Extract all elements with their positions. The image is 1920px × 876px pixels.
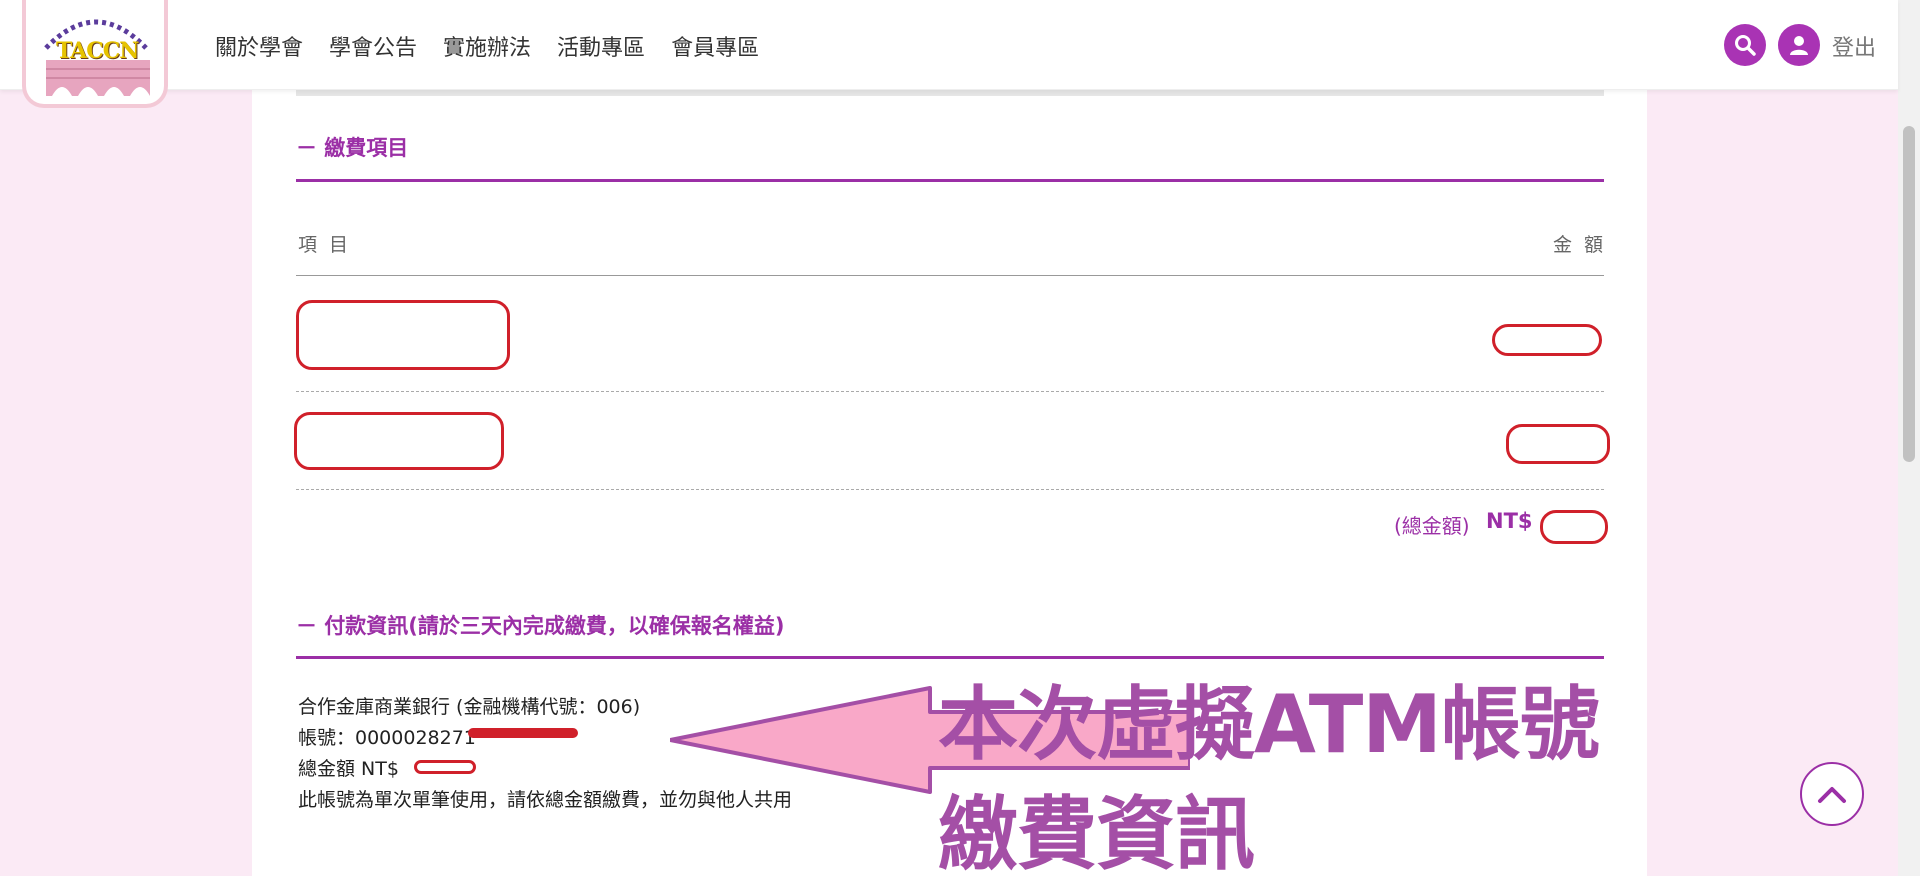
row-divider bbox=[296, 391, 1604, 392]
total-label: (總金額) bbox=[1394, 514, 1470, 538]
bank-name: 合作金庫商業銀行 (金融機構代號：006) bbox=[298, 696, 641, 718]
total-currency: NT$ bbox=[1486, 509, 1533, 533]
nav-announcements[interactable]: 學會公告 bbox=[329, 30, 417, 62]
logout-link[interactable]: 登出 bbox=[1832, 30, 1876, 62]
back-to-top-button[interactable] bbox=[1800, 762, 1864, 826]
annotation-line-1: 本次虛擬ATM帳號 bbox=[938, 678, 1600, 771]
virtual-account-number: 帳號：0000028271 bbox=[298, 727, 476, 749]
site-logo[interactable]: TACCN bbox=[22, 0, 168, 108]
annotation-line-2: 繳費資訊 bbox=[938, 788, 1255, 876]
scrollbar-thumb[interactable] bbox=[1903, 126, 1915, 462]
search-icon bbox=[1735, 35, 1756, 56]
search-button[interactable] bbox=[1724, 24, 1766, 66]
user-icon bbox=[1790, 36, 1808, 55]
main-nav: 關於學會 學會公告 實施辦法 活動專區 會員專區 bbox=[215, 30, 759, 62]
redacted-account-suffix bbox=[468, 728, 578, 738]
chevron-up-icon bbox=[1818, 787, 1846, 803]
fee-items-underline bbox=[296, 179, 1604, 182]
payment-total: 總金額 NT$ bbox=[298, 758, 399, 780]
next-section-heading: － ——— bbox=[298, 866, 380, 876]
fee-items-heading[interactable]: － 繳費項目 bbox=[296, 132, 408, 162]
user-account-button[interactable] bbox=[1778, 24, 1820, 66]
nav-events[interactable]: 活動專區 bbox=[557, 30, 645, 62]
redacted-item-amount bbox=[1506, 424, 1610, 464]
payment-info-heading[interactable]: － 付款資訊(請於三天內完成繳費，以確保報名權益) bbox=[296, 610, 785, 640]
redacted-item-amount bbox=[1492, 324, 1602, 356]
redacted-total-amount bbox=[1540, 510, 1608, 544]
amount-column-header: 金 額 bbox=[1553, 234, 1607, 256]
nav-about[interactable]: 關於學會 bbox=[215, 30, 303, 62]
card-divider bbox=[296, 90, 1604, 96]
redacted-payment-amount bbox=[414, 760, 476, 774]
payment-info-underline bbox=[296, 656, 1604, 659]
item-column-header: 項 目 bbox=[298, 234, 352, 256]
top-navbar: 關於學會 學會公告 實施辦法 活動專區 會員專區 登出 bbox=[0, 0, 1898, 90]
nav-members[interactable]: 會員專區 bbox=[671, 30, 759, 62]
page-scrollbar[interactable] bbox=[1898, 0, 1920, 876]
redacted-item-name bbox=[296, 300, 510, 370]
logo-bridge-icon bbox=[46, 60, 150, 96]
row-divider bbox=[296, 489, 1604, 490]
nav-regulations[interactable]: 實施辦法 bbox=[443, 30, 531, 62]
redacted-item-name bbox=[294, 412, 504, 470]
header-divider bbox=[296, 275, 1604, 276]
